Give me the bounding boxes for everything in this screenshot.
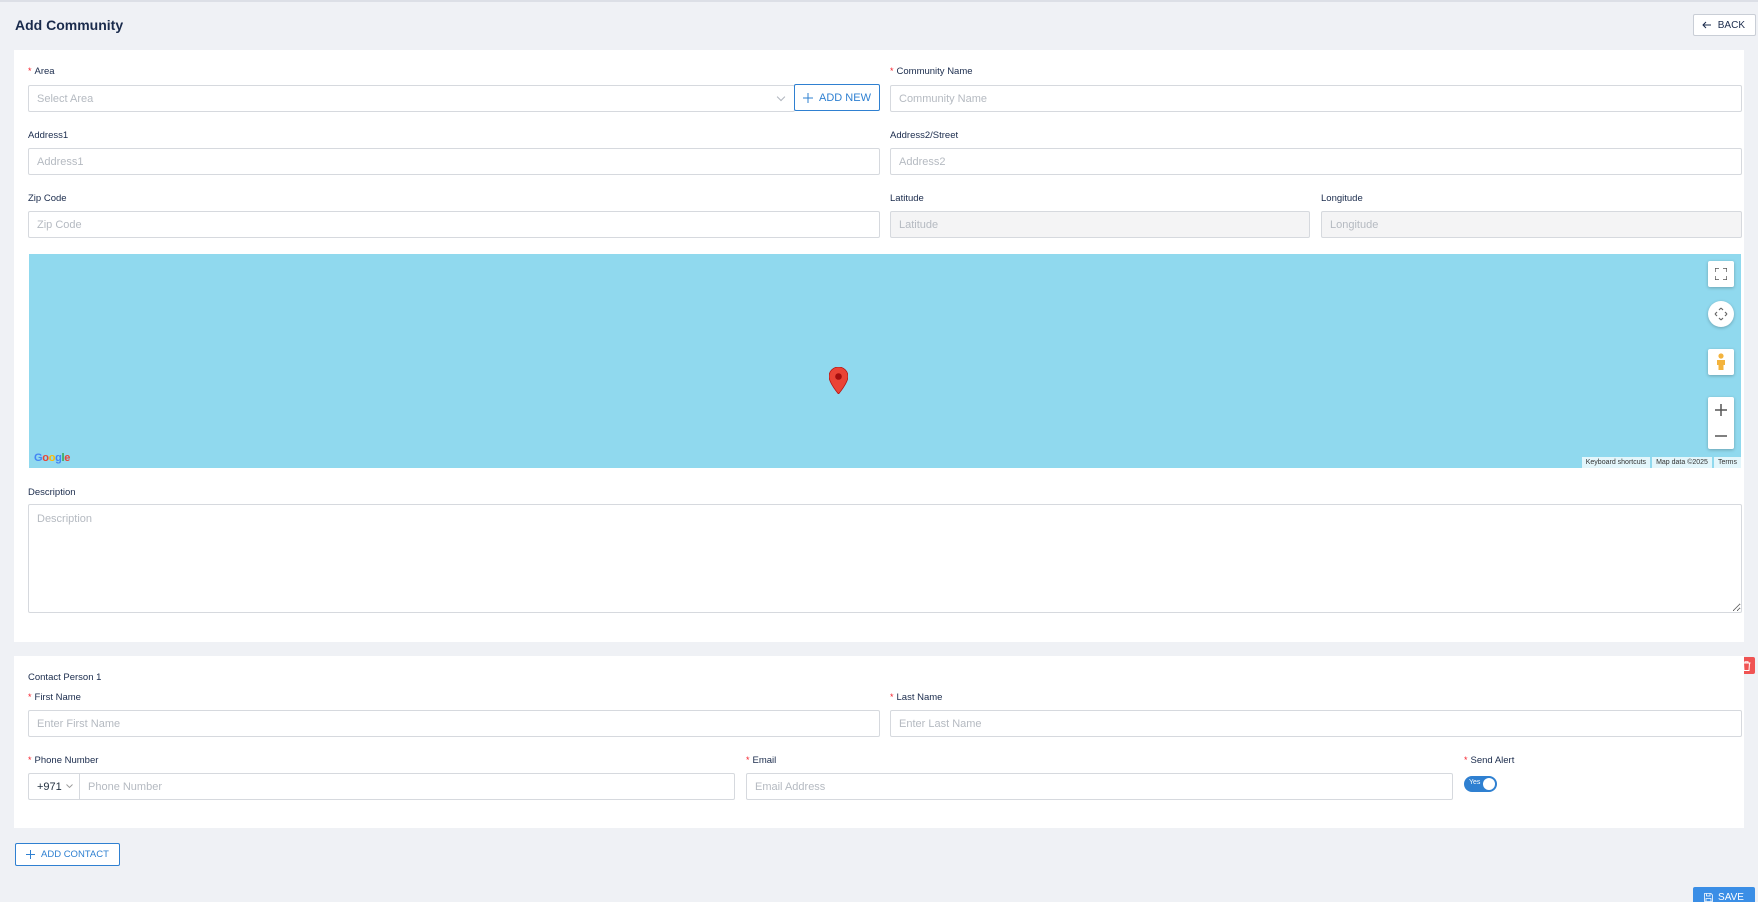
- camera-control-button[interactable]: [1708, 301, 1734, 327]
- street-view-button[interactable]: [1708, 349, 1734, 375]
- chevron-down-icon: [65, 784, 73, 789]
- toggle-label: Yes: [1469, 779, 1481, 786]
- zoom-control: [1708, 397, 1734, 449]
- last-name-input[interactable]: [890, 710, 1742, 737]
- latitude-label: Latitude: [890, 193, 924, 204]
- terms-link[interactable]: Terms: [1713, 457, 1741, 468]
- first-name-input[interactable]: [28, 710, 880, 737]
- save-label: SAVE: [1718, 891, 1744, 902]
- longitude-input: [1321, 211, 1742, 238]
- longitude-label: Longitude: [1321, 193, 1363, 204]
- location-map[interactable]: Google Keyboard shortcuts Map data ©2025…: [29, 254, 1741, 468]
- phone-number-input[interactable]: [79, 773, 735, 800]
- zoom-in-button[interactable]: [1715, 397, 1727, 423]
- page-header: Add Community BACK: [0, 2, 1758, 50]
- back-button-label: BACK: [1717, 19, 1745, 31]
- contact-person-card: Contact Person 1 *First Name *Last Name …: [14, 656, 1744, 828]
- google-logo: Google: [34, 452, 71, 464]
- add-new-label: ADD NEW: [819, 91, 871, 104]
- first-name-label: * First Name: [28, 692, 81, 703]
- add-contact-button[interactable]: ADD CONTACT: [15, 843, 120, 866]
- save-icon: [1704, 892, 1713, 902]
- pegman-icon: [1717, 353, 1725, 370]
- phone-number-label: * Phone Number: [28, 755, 99, 766]
- country-code-value: +971: [37, 780, 62, 793]
- keyboard-shortcuts-link[interactable]: Keyboard shortcuts: [1581, 457, 1651, 468]
- send-alert-toggle[interactable]: Yes: [1464, 776, 1497, 792]
- zip-code-input[interactable]: [28, 211, 880, 238]
- fullscreen-icon: [1715, 268, 1727, 280]
- zoom-out-button[interactable]: [1715, 423, 1727, 449]
- description-label: Description: [28, 487, 76, 498]
- community-name-label: * Community Name: [890, 66, 973, 77]
- latitude-input: [890, 211, 1310, 238]
- toggle-knob: [1483, 778, 1495, 790]
- plus-icon: [26, 850, 35, 859]
- plus-icon: [1715, 404, 1727, 416]
- back-button[interactable]: BACK: [1692, 14, 1756, 36]
- area-select[interactable]: [28, 85, 795, 112]
- save-button[interactable]: SAVE: [1693, 887, 1755, 902]
- community-form-card: *Area ADD NEW *Community Name Address1 A…: [14, 50, 1744, 642]
- fullscreen-button[interactable]: [1708, 261, 1734, 287]
- last-name-label: * Last Name: [890, 692, 943, 703]
- arrow-left-icon: [1702, 21, 1711, 29]
- address1-input[interactable]: [28, 148, 880, 175]
- area-label: * Area: [28, 66, 55, 77]
- location-marker-icon[interactable]: [829, 367, 848, 394]
- address2-input[interactable]: [890, 148, 1742, 175]
- plus-icon: [803, 92, 814, 103]
- country-code-select[interactable]: +971: [28, 773, 79, 800]
- address2-label: Address2/Street: [890, 130, 959, 141]
- community-name-input[interactable]: [890, 85, 1742, 112]
- map-footer: Keyboard shortcuts Map data ©2025 Terms: [1580, 457, 1741, 468]
- map-data-attribution: Map data ©2025: [1652, 457, 1712, 468]
- contact-person-title: Contact Person 1: [28, 672, 102, 683]
- pan-arrows-icon: [1714, 307, 1728, 321]
- add-new-area-button[interactable]: ADD NEW: [794, 84, 880, 111]
- email-input[interactable]: [746, 773, 1453, 800]
- email-label: * Email: [746, 755, 777, 766]
- add-contact-label: ADD CONTACT: [41, 849, 109, 860]
- page-title: Add Community: [15, 17, 124, 33]
- address1-label: Address1: [28, 130, 69, 141]
- minus-icon: [1715, 435, 1727, 437]
- description-textarea[interactable]: [28, 504, 1742, 613]
- send-alert-label: * Send Alert: [1464, 755, 1515, 766]
- zip-code-label: Zip Code: [28, 193, 67, 204]
